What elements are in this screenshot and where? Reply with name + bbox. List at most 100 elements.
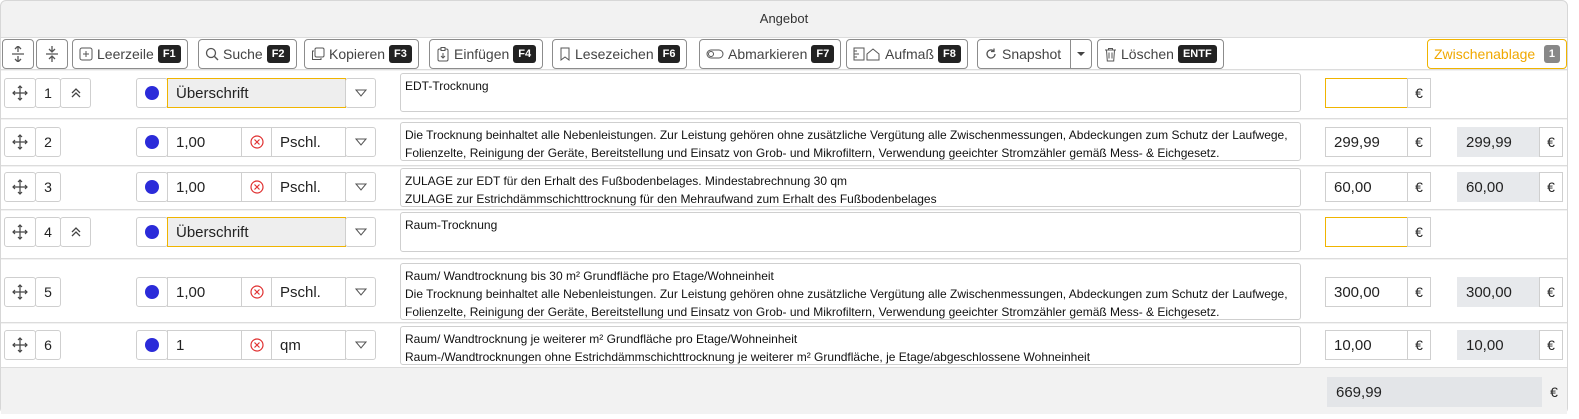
total-price-field: 299,99 bbox=[1457, 127, 1540, 157]
einfuegen-button[interactable]: Einfügen F4 bbox=[429, 39, 544, 69]
collapse-icon bbox=[46, 46, 58, 62]
collapse-section-button[interactable] bbox=[60, 217, 91, 247]
currency-label: € bbox=[1407, 127, 1431, 157]
position-number: 3 bbox=[35, 172, 61, 202]
quantity-input[interactable]: 1,00 bbox=[167, 277, 242, 307]
description-line: Raum/ Wandtrocknung bis 30 m² Grundfläch… bbox=[405, 269, 774, 283]
lesezeichen-button[interactable]: Lesezeichen F6 bbox=[552, 39, 688, 69]
unit-dropdown-button[interactable] bbox=[345, 172, 376, 202]
collapse-section-button[interactable] bbox=[60, 78, 91, 108]
color-marker[interactable] bbox=[136, 78, 168, 108]
angebot-panel: Angebot Leerzeile F1 Suche F2 Kopieren F… bbox=[0, 0, 1568, 414]
unit-select[interactable]: Pschl. bbox=[271, 127, 346, 157]
clear-circle-icon bbox=[249, 338, 264, 352]
aufmass-button[interactable]: Aufmaß F8 bbox=[846, 39, 968, 69]
unit-select[interactable]: Pschl. bbox=[271, 277, 346, 307]
copy-icon bbox=[312, 47, 325, 60]
quantity-input[interactable]: 1,00 bbox=[167, 127, 242, 157]
move-icon bbox=[12, 284, 28, 300]
abmarkieren-button[interactable]: Abmarkieren F7 bbox=[699, 39, 842, 69]
color-marker[interactable] bbox=[136, 172, 168, 202]
suche-button[interactable]: Suche F2 bbox=[198, 39, 297, 69]
description-field[interactable]: ZULAGE zur EDT für den Erhalt des Fußbod… bbox=[400, 168, 1301, 207]
snapshot-label: Snapshot bbox=[1002, 46, 1062, 62]
loeschen-shortcut: ENTF bbox=[1177, 45, 1217, 63]
description-field[interactable]: Die Trocknung beinhaltet alle Nebenleist… bbox=[400, 122, 1301, 161]
drag-handle[interactable] bbox=[4, 277, 36, 307]
kopieren-button[interactable]: Kopieren F3 bbox=[304, 39, 419, 69]
type-dropdown-button[interactable] bbox=[345, 217, 376, 247]
description-field[interactable]: Raum/ Wandtrocknung bis 30 m² Grundfläch… bbox=[400, 263, 1301, 320]
collapse-rows-button[interactable] bbox=[36, 39, 68, 69]
snapshot-button[interactable]: Snapshot bbox=[977, 39, 1071, 69]
position-number: 5 bbox=[35, 277, 61, 307]
quantity-input[interactable]: 1 bbox=[167, 330, 242, 360]
clear-circle-icon bbox=[249, 135, 264, 149]
position-number: 2 bbox=[35, 127, 61, 157]
loeschen-button[interactable]: Löschen ENTF bbox=[1097, 39, 1224, 69]
marker-dot bbox=[145, 225, 159, 239]
unit-select[interactable]: Pschl. bbox=[271, 172, 346, 202]
currency-label: € bbox=[1542, 377, 1566, 407]
currency-label: € bbox=[1407, 78, 1431, 108]
unit-price-input[interactable]: 10,00 bbox=[1325, 330, 1408, 360]
unit-dropdown-button[interactable] bbox=[345, 127, 376, 157]
triangle-down-icon bbox=[354, 138, 367, 146]
unit-dropdown-button[interactable] bbox=[345, 277, 376, 307]
move-icon bbox=[12, 337, 28, 353]
description-line: Folienzelte, Reinigung der Geräte, Berei… bbox=[405, 305, 1220, 319]
unit-price-input[interactable] bbox=[1325, 217, 1408, 247]
description-line: Raum/ Wandtrocknung je weiterer m² Grund… bbox=[405, 332, 798, 346]
drag-handle[interactable] bbox=[4, 217, 36, 247]
expand-rows-button[interactable] bbox=[2, 39, 34, 69]
abmarkieren-label: Abmarkieren bbox=[728, 46, 808, 62]
drag-handle[interactable] bbox=[4, 78, 36, 108]
description-field[interactable]: Raum/ Wandtrocknung je weiterer m² Grund… bbox=[400, 326, 1301, 365]
marker-dot bbox=[145, 86, 159, 100]
abmarkieren-shortcut: F7 bbox=[811, 45, 835, 63]
description-field[interactable]: EDT-Trocknung bbox=[400, 73, 1301, 112]
grand-total-field: 669,99 bbox=[1327, 377, 1543, 407]
description-line: Die Trocknung beinhaltet alle Nebenleist… bbox=[405, 287, 1288, 301]
unit-price-input[interactable]: 299,99 bbox=[1325, 127, 1408, 157]
aufmass-shortcut: F8 bbox=[938, 45, 961, 63]
zwischenablage-button[interactable]: Zwischenablage 1 bbox=[1427, 39, 1567, 69]
leerzeile-button[interactable]: Leerzeile F1 bbox=[72, 39, 188, 69]
type-dropdown-button[interactable] bbox=[345, 78, 376, 108]
unit-dropdown-button[interactable] bbox=[345, 330, 376, 360]
total-price-field: 60,00 bbox=[1457, 172, 1540, 202]
clear-quantity-button[interactable] bbox=[241, 127, 272, 157]
currency-label: € bbox=[1539, 330, 1563, 360]
unit-price-input[interactable] bbox=[1325, 78, 1408, 108]
clear-quantity-button[interactable] bbox=[241, 330, 272, 360]
drag-handle[interactable] bbox=[4, 172, 36, 202]
position-row: 5 1,00 Pschl. Raum/ Wandtrocknung bis 30… bbox=[1, 260, 1567, 323]
position-row: 3 1,00 Pschl. ZULAGE zur EDT für den Erh… bbox=[1, 167, 1567, 210]
color-marker[interactable] bbox=[136, 277, 168, 307]
description-field[interactable]: Raum-Trocknung bbox=[400, 212, 1301, 252]
color-marker[interactable] bbox=[136, 330, 168, 360]
search-icon bbox=[205, 47, 219, 61]
description-line: Folienzelte, Reinigung der Geräte, Berei… bbox=[405, 146, 1220, 160]
einfuegen-label: Einfügen bbox=[454, 46, 510, 62]
clear-quantity-button[interactable] bbox=[241, 172, 272, 202]
position-number: 1 bbox=[35, 78, 61, 108]
quantity-input[interactable]: 1,00 bbox=[167, 172, 242, 202]
snapshot-dropdown-button[interactable] bbox=[1070, 39, 1092, 69]
description-line: EDT-Trocknung bbox=[405, 79, 489, 93]
drag-handle[interactable] bbox=[4, 330, 36, 360]
unit-price-input[interactable]: 60,00 bbox=[1325, 172, 1408, 202]
color-marker[interactable] bbox=[136, 127, 168, 157]
lesezeichen-shortcut: F6 bbox=[657, 45, 681, 63]
clear-circle-icon bbox=[249, 285, 264, 299]
currency-label: € bbox=[1539, 277, 1563, 307]
clear-quantity-button[interactable] bbox=[241, 277, 272, 307]
type-select[interactable]: Überschrift bbox=[167, 78, 346, 108]
drag-handle[interactable] bbox=[4, 127, 36, 157]
unit-select[interactable]: qm bbox=[271, 330, 346, 360]
currency-label: € bbox=[1407, 217, 1431, 247]
type-select[interactable]: Überschrift bbox=[167, 217, 346, 247]
unit-price-input[interactable]: 300,00 bbox=[1325, 277, 1408, 307]
color-marker[interactable] bbox=[136, 217, 168, 247]
sum-footer: 669,99 € bbox=[1, 368, 1567, 414]
